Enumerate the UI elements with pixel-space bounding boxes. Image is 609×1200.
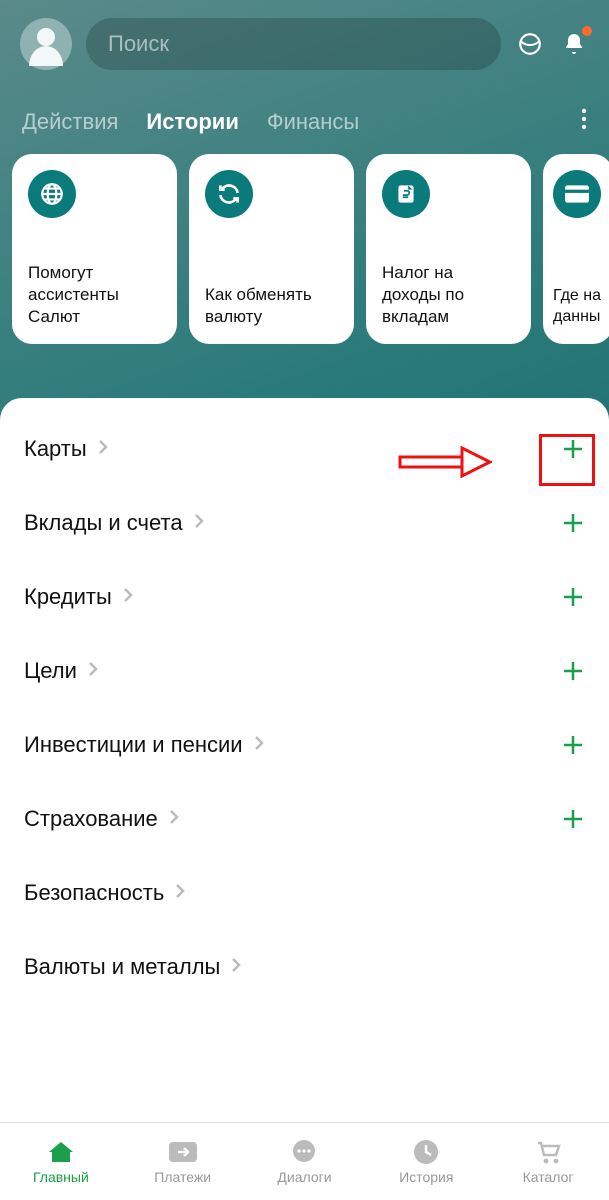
- nav-label: Диалоги: [277, 1169, 331, 1185]
- nav-label: История: [399, 1169, 453, 1185]
- section-title: Инвестиции и пенсии: [24, 732, 243, 758]
- section-goals[interactable]: Цели: [0, 634, 609, 708]
- chevron-right-icon: [253, 735, 265, 756]
- chevron-right-icon: [97, 439, 109, 460]
- section-title: Кредиты: [24, 584, 112, 610]
- bottom-navigation: Главный Платежи Диалоги История Каталог: [0, 1122, 609, 1200]
- app-header: [0, 0, 609, 80]
- nav-payments[interactable]: Платежи: [122, 1123, 244, 1200]
- nav-history[interactable]: История: [365, 1123, 487, 1200]
- story-card[interactable]: Где на данны: [543, 154, 609, 344]
- nav-dialogs[interactable]: Диалоги: [244, 1123, 366, 1200]
- chevron-right-icon: [87, 661, 99, 682]
- doc-ruble-icon: [382, 170, 430, 218]
- notification-badge-icon: [582, 26, 592, 36]
- nav-home[interactable]: Главный: [0, 1123, 122, 1200]
- story-card[interactable]: Помогут ассистенты Салют: [12, 154, 177, 344]
- globe-icon: [28, 170, 76, 218]
- section-insurance[interactable]: Страхование: [0, 782, 609, 856]
- home-icon: [46, 1139, 76, 1165]
- nav-catalog[interactable]: Каталог: [487, 1123, 609, 1200]
- nav-label: Платежи: [154, 1169, 211, 1185]
- story-card[interactable]: Налог на доходы по вкладам: [366, 154, 531, 344]
- section-security[interactable]: Безопасность: [0, 856, 609, 930]
- search-input[interactable]: [86, 18, 501, 70]
- section-deposits[interactable]: Вклады и счета: [0, 486, 609, 560]
- main-content-sheet: Карты Вклады и счета Кредиты Цели: [0, 398, 609, 1200]
- card-icon: [553, 170, 601, 218]
- cart-icon: [533, 1139, 563, 1165]
- story-label: Налог на доходы по вкладам: [382, 262, 515, 328]
- arrow-right-box-icon: [168, 1139, 198, 1165]
- add-goal-button[interactable]: [561, 659, 585, 683]
- section-cards[interactable]: Карты: [0, 412, 609, 486]
- chevron-right-icon: [122, 587, 134, 608]
- tab-actions[interactable]: Действия: [22, 109, 118, 135]
- add-investment-button[interactable]: [561, 733, 585, 757]
- more-menu-button[interactable]: [581, 108, 587, 136]
- clock-icon: [411, 1139, 441, 1165]
- add-credit-button[interactable]: [561, 585, 585, 609]
- nav-label: Каталог: [523, 1169, 574, 1185]
- stories-row[interactable]: Помогут ассистенты Салют Как обменять ва…: [0, 154, 609, 362]
- story-label: Помогут ассистенты Салют: [28, 262, 161, 328]
- add-deposit-button[interactable]: [561, 511, 585, 535]
- chevron-right-icon: [174, 883, 186, 904]
- add-insurance-button[interactable]: [561, 807, 585, 831]
- chevron-right-icon: [168, 809, 180, 830]
- section-credits[interactable]: Кредиты: [0, 560, 609, 634]
- section-title: Валюты и металлы: [24, 954, 220, 980]
- tab-stories[interactable]: Истории: [146, 109, 238, 135]
- refresh-icon: [205, 170, 253, 218]
- avatar[interactable]: [20, 18, 72, 70]
- top-tabs: Действия Истории Финансы: [0, 80, 609, 154]
- chevron-right-icon: [193, 513, 205, 534]
- section-title: Безопасность: [24, 880, 164, 906]
- section-title: Карты: [24, 436, 87, 462]
- story-label: Где на данны: [553, 286, 603, 328]
- story-label: Как обменять валюту: [205, 284, 338, 328]
- add-card-button[interactable]: [561, 437, 585, 461]
- tab-finance[interactable]: Финансы: [267, 109, 359, 135]
- section-title: Страхование: [24, 806, 158, 832]
- section-currencies[interactable]: Валюты и металлы: [0, 930, 609, 1004]
- story-card[interactable]: Как обменять валюту: [189, 154, 354, 344]
- chat-icon: [289, 1139, 319, 1165]
- section-title: Цели: [24, 658, 77, 684]
- notifications-button[interactable]: [559, 29, 589, 59]
- section-investments[interactable]: Инвестиции и пенсии: [0, 708, 609, 782]
- nav-label: Главный: [33, 1169, 89, 1185]
- chevron-right-icon: [230, 957, 242, 978]
- assistant-icon[interactable]: [515, 29, 545, 59]
- section-title: Вклады и счета: [24, 510, 183, 536]
